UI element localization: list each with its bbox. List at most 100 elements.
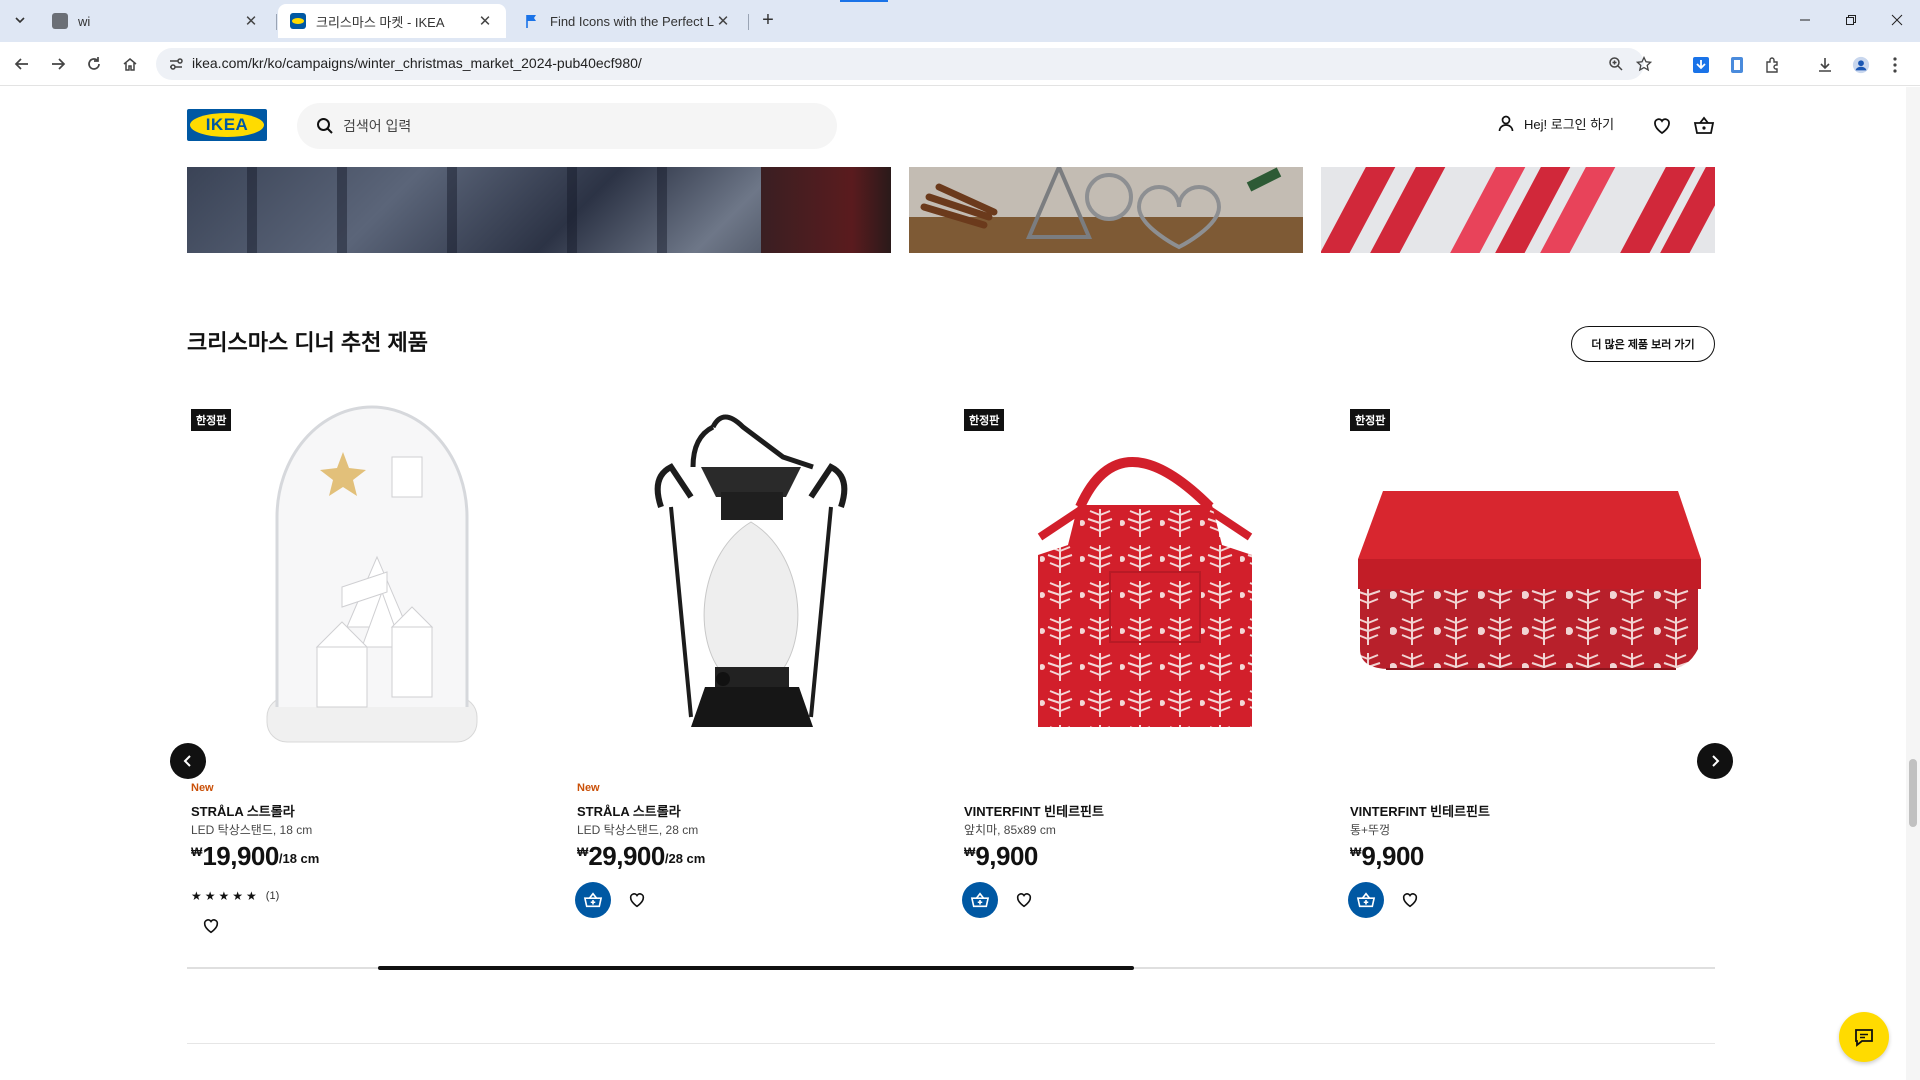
new-tab-button[interactable]: + [756,8,780,32]
carousel-scrollbar[interactable] [187,966,1715,970]
page-viewport: IKEA Hej! 로그인 하기 [0,87,1906,1080]
product-card[interactable]: 한정판 VINTERFINT 빈테르핀트 앞치마, 85x89 cm ₩ 9,9… [960,397,1330,1037]
shopping-cart-button[interactable] [1692,114,1716,138]
login-link[interactable]: Hej! 로그인 하기 [1496,113,1614,133]
tab-divider [276,14,277,30]
user-icon [1496,113,1516,133]
heart-icon [203,919,219,934]
profile-avatar-icon[interactable] [1852,56,1870,74]
add-to-basket-icon [583,892,603,908]
currency-symbol: ₩ [1350,845,1362,859]
carousel-scroll-thumb[interactable] [378,966,1135,970]
product-description: LED 탁상스탠드, 28 cm [577,823,699,837]
logo-text: IKEA [190,113,264,137]
forward-button[interactable] [44,50,72,78]
download-extension-icon[interactable] [1692,56,1710,74]
product-image[interactable]: 한정판 [1346,397,1716,767]
menu-more-icon[interactable] [1886,56,1904,74]
add-to-wishlist-button[interactable] [1010,886,1038,914]
product-card[interactable]: New STRÅLA 스트롤라 LED 탁상스탠드, 28 cm ₩ 29,90… [573,397,943,1037]
close-tab-icon[interactable]: ✕ [714,12,732,30]
rating-count: (1) [265,890,280,902]
add-to-wishlist-button[interactable] [197,912,225,940]
price-amount: 19,900 [202,841,279,871]
home-icon [123,58,137,71]
product-description: 통+뚜껑 [1350,823,1391,837]
restore-icon [1846,15,1856,25]
search-bar[interactable] [297,103,837,149]
chevron-down-icon [15,17,25,24]
price-amount: 9,900 [1361,841,1424,871]
tin-box-illustration [1358,491,1701,670]
search-input[interactable] [343,103,813,149]
bookmark-star-icon[interactable] [1634,54,1654,74]
limited-edition-badge: 한정판 [1350,409,1391,431]
minimize-button[interactable] [1782,6,1828,34]
product-image[interactable]: 한정판 [187,397,557,767]
search-icon [315,116,335,136]
banner-image-cookie-cutters[interactable] [909,167,1303,253]
add-to-wishlist-button[interactable] [623,886,651,914]
extensions-puzzle-icon[interactable] [1764,56,1782,74]
product-rating[interactable]: ★★★★★ (1) [191,889,279,903]
home-button[interactable] [116,50,144,78]
add-to-wishlist-button[interactable] [1396,886,1424,914]
new-label: New [191,782,214,794]
heart-icon [1402,893,1418,908]
browser-tab-1[interactable]: wi ✕ [40,4,272,38]
browser-toolbar: ikea.com/kr/ko/campaigns/winter_christma… [0,42,1920,86]
cookie-cutters-illustration [909,167,1303,253]
site-info-icon[interactable] [166,54,186,74]
product-name[interactable]: STRÅLA 스트롤라 [577,801,681,820]
ikea-logo[interactable]: IKEA [187,109,267,141]
led-lantern-illustration [654,414,848,727]
section-title: 크리스마스 디너 추천 제품 [187,330,428,355]
tab-divider [748,14,749,30]
chat-support-button[interactable] [1839,1012,1889,1062]
add-to-cart-button[interactable] [575,882,611,918]
close-tab-icon[interactable]: ✕ [476,12,494,30]
close-icon [1891,14,1903,26]
banner-image-red-towels[interactable] [1321,167,1715,253]
product-description: 앞치마, 85x89 cm [964,823,1056,837]
browser-tab-2[interactable]: 크리스마스 마켓 - IKEA ✕ [278,4,506,38]
product-name[interactable]: VINTERFINT 빈테르핀트 [964,801,1104,820]
url-text: ikea.com/kr/ko/campaigns/winter_christma… [192,55,642,71]
tab-title: 크리스마스 마켓 - IKEA [316,14,445,30]
back-button[interactable] [8,50,36,78]
wishlist-button[interactable] [1650,114,1674,138]
page-scroll-thumb[interactable] [1909,759,1917,827]
product-image[interactable]: 한정판 [960,397,1330,767]
flag-favicon-icon [524,13,540,29]
product-image[interactable] [573,397,943,767]
browser-tab-bar: wi ✕ 크리스마스 마켓 - IKEA ✕ Find Icons with t… [0,0,1920,42]
currency-symbol: ₩ [577,845,589,859]
close-tab-icon[interactable]: ✕ [242,12,260,30]
banner-image-plaid[interactable] [187,167,891,253]
restore-button[interactable] [1828,6,1874,34]
add-to-cart-button[interactable] [962,882,998,918]
product-price: ₩ 19,900 /18 cm [191,841,319,872]
product-description: LED 탁상스탠드, 18 cm [191,823,313,837]
led-dome-lamp-illustration [266,405,478,743]
add-to-cart-button[interactable] [1348,882,1384,918]
product-name[interactable]: STRÅLA 스트롤라 [191,801,295,820]
address-bar[interactable]: ikea.com/kr/ko/campaigns/winter_christma… [156,48,1652,80]
arrow-left-icon [14,58,28,70]
product-card[interactable]: 한정판 New STRÅLA 스트롤라 LED 탁상스탠드, 18 cm ₩ 1… [187,397,557,1037]
price-unit: /18 cm [278,851,320,866]
login-label: Hej! 로그인 하기 [1524,116,1615,132]
page-scrollbar[interactable] [1906,87,1920,1080]
product-name[interactable]: VINTERFINT 빈테르핀트 [1350,801,1490,820]
product-card[interactable]: 한정판 VINTERFINT 빈테르핀트 통+뚜껑 ₩ 9,900 [1346,397,1716,1037]
downloads-icon[interactable] [1816,56,1834,74]
currency-symbol: ₩ [964,845,976,859]
browser-tab-3[interactable]: Find Icons with the Perfect Lo ✕ [512,4,744,38]
heart-icon [1016,893,1032,908]
tab-search-button[interactable] [8,8,32,32]
reload-button[interactable] [80,50,108,78]
close-window-button[interactable] [1874,6,1920,34]
document-extension-icon[interactable] [1728,56,1746,74]
view-more-products-button[interactable]: 더 많은 제품 보러 가기 [1571,326,1715,362]
zoom-icon[interactable] [1606,54,1626,74]
